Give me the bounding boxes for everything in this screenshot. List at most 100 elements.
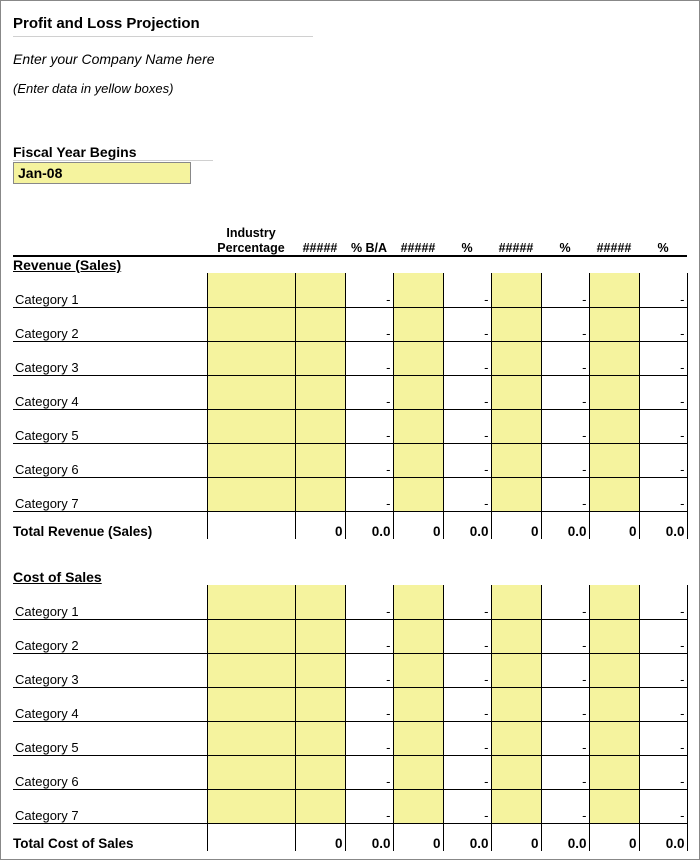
cell-input[interactable] xyxy=(491,477,541,511)
cell-input[interactable] xyxy=(393,409,443,443)
cell-input[interactable] xyxy=(295,721,345,755)
cell-calc: - xyxy=(345,619,393,653)
fiscal-year-value[interactable]: Jan-08 xyxy=(13,162,191,184)
cell-input[interactable] xyxy=(295,687,345,721)
cell-input[interactable] xyxy=(295,619,345,653)
cell-input[interactable] xyxy=(295,789,345,823)
cell-input[interactable] xyxy=(393,375,443,409)
cell-input[interactable] xyxy=(393,273,443,307)
cell-input[interactable] xyxy=(589,789,639,823)
cell-input[interactable] xyxy=(207,307,295,341)
cell-calc: - xyxy=(541,273,589,307)
cell-input[interactable] xyxy=(393,341,443,375)
cell-calc: - xyxy=(639,409,687,443)
cell-input[interactable] xyxy=(393,721,443,755)
cell-input[interactable] xyxy=(207,721,295,755)
cell-input[interactable] xyxy=(393,477,443,511)
cell-calc: - xyxy=(443,341,491,375)
cell-calc: - xyxy=(345,585,393,619)
cell-input[interactable] xyxy=(295,585,345,619)
cell-input[interactable] xyxy=(491,443,541,477)
cell-calc: - xyxy=(443,409,491,443)
cell-input[interactable] xyxy=(589,443,639,477)
cell-input[interactable] xyxy=(491,619,541,653)
cell-input[interactable] xyxy=(295,307,345,341)
cell-input[interactable] xyxy=(589,619,639,653)
cell-calc: - xyxy=(541,585,589,619)
cell-input[interactable] xyxy=(207,653,295,687)
col-hash-3: ##### xyxy=(491,220,541,256)
row-label: Category 2 xyxy=(13,307,207,341)
cell-input[interactable] xyxy=(491,789,541,823)
cell-input[interactable] xyxy=(589,477,639,511)
row-label: Category 7 xyxy=(13,477,207,511)
cell-calc: - xyxy=(443,273,491,307)
cell-input[interactable] xyxy=(589,653,639,687)
cell-input[interactable] xyxy=(207,619,295,653)
cell-input[interactable] xyxy=(491,755,541,789)
cell-input[interactable] xyxy=(589,273,639,307)
cell-input[interactable] xyxy=(207,477,295,511)
cell-input[interactable] xyxy=(295,755,345,789)
cell-input[interactable] xyxy=(393,307,443,341)
cell-input[interactable] xyxy=(295,409,345,443)
cell-input[interactable] xyxy=(207,585,295,619)
cell-input[interactable] xyxy=(491,307,541,341)
cell-input[interactable] xyxy=(589,721,639,755)
cell-input[interactable] xyxy=(589,585,639,619)
cell-input[interactable] xyxy=(207,755,295,789)
cell-calc: - xyxy=(639,687,687,721)
cell-input[interactable] xyxy=(491,687,541,721)
cell-input[interactable] xyxy=(589,307,639,341)
table-row: Category 5 - - - - xyxy=(13,409,687,443)
cell-input[interactable] xyxy=(393,619,443,653)
cell-calc: - xyxy=(345,273,393,307)
total-revenue-label: Total Revenue (Sales) xyxy=(13,511,207,539)
cell-input[interactable] xyxy=(295,273,345,307)
cell-input[interactable] xyxy=(393,755,443,789)
cell-input[interactable] xyxy=(393,789,443,823)
cell-input[interactable] xyxy=(393,585,443,619)
cell-calc: - xyxy=(639,443,687,477)
cell-calc: - xyxy=(345,721,393,755)
cell-input[interactable] xyxy=(207,341,295,375)
cell-input[interactable] xyxy=(207,409,295,443)
cell-input[interactable] xyxy=(295,375,345,409)
cell-input[interactable] xyxy=(207,789,295,823)
cell-input[interactable] xyxy=(295,477,345,511)
cell-calc: - xyxy=(443,687,491,721)
cell-input[interactable] xyxy=(295,653,345,687)
cell-input[interactable] xyxy=(207,443,295,477)
cell-calc: - xyxy=(541,409,589,443)
cell-input[interactable] xyxy=(393,687,443,721)
cell-input[interactable] xyxy=(491,375,541,409)
col-industry-percentage: Industry Percentage xyxy=(207,220,295,256)
cell-input[interactable] xyxy=(491,409,541,443)
row-label: Category 3 xyxy=(13,341,207,375)
cell-input[interactable] xyxy=(207,273,295,307)
cell-calc: - xyxy=(639,273,687,307)
cell-calc: - xyxy=(639,653,687,687)
table-row: Category 4 - - - - xyxy=(13,687,687,721)
cell-input[interactable] xyxy=(491,653,541,687)
cell-input[interactable] xyxy=(207,375,295,409)
cell-input[interactable] xyxy=(589,409,639,443)
cell-calc: - xyxy=(541,375,589,409)
cell-input[interactable] xyxy=(393,653,443,687)
cell-input[interactable] xyxy=(491,273,541,307)
cell-input[interactable] xyxy=(491,721,541,755)
cell-input[interactable] xyxy=(207,687,295,721)
cell-input[interactable] xyxy=(491,585,541,619)
cell-input[interactable] xyxy=(295,443,345,477)
cell-input[interactable] xyxy=(589,375,639,409)
cell-calc: - xyxy=(345,307,393,341)
cell-input[interactable] xyxy=(589,755,639,789)
cell-input[interactable] xyxy=(491,341,541,375)
row-label: Category 4 xyxy=(13,687,207,721)
cell-input[interactable] xyxy=(589,341,639,375)
cell-input[interactable] xyxy=(393,443,443,477)
cell-input[interactable] xyxy=(295,341,345,375)
cell-input[interactable] xyxy=(589,687,639,721)
company-name-placeholder[interactable]: Enter your Company Name here xyxy=(13,51,687,67)
total-value: 0 xyxy=(295,511,345,539)
